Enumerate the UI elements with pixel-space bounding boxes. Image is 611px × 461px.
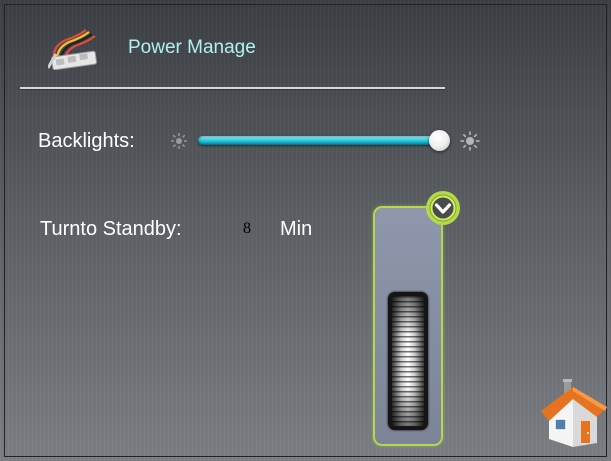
backlights-label: Backlights: (38, 130, 135, 152)
standby-label: Turnto Standby: (40, 218, 182, 240)
backlight-slider-track[interactable] (198, 136, 442, 145)
standby-unit: Min (280, 218, 313, 240)
brightness-low-icon (171, 133, 187, 149)
backlight-slider-thumb[interactable] (429, 130, 450, 151)
header-divider (20, 87, 445, 89)
chevron-down-circle-icon[interactable] (424, 189, 462, 227)
scroll-wheel-shade (392, 296, 424, 426)
cable-connector-icon (48, 29, 98, 70)
standby-scroll-wheel[interactable] (388, 292, 428, 430)
page-title: Power Manage (128, 37, 256, 58)
standby-value: 8 (243, 220, 251, 237)
home-icon[interactable] (535, 377, 611, 449)
brightness-high-icon (460, 131, 480, 151)
